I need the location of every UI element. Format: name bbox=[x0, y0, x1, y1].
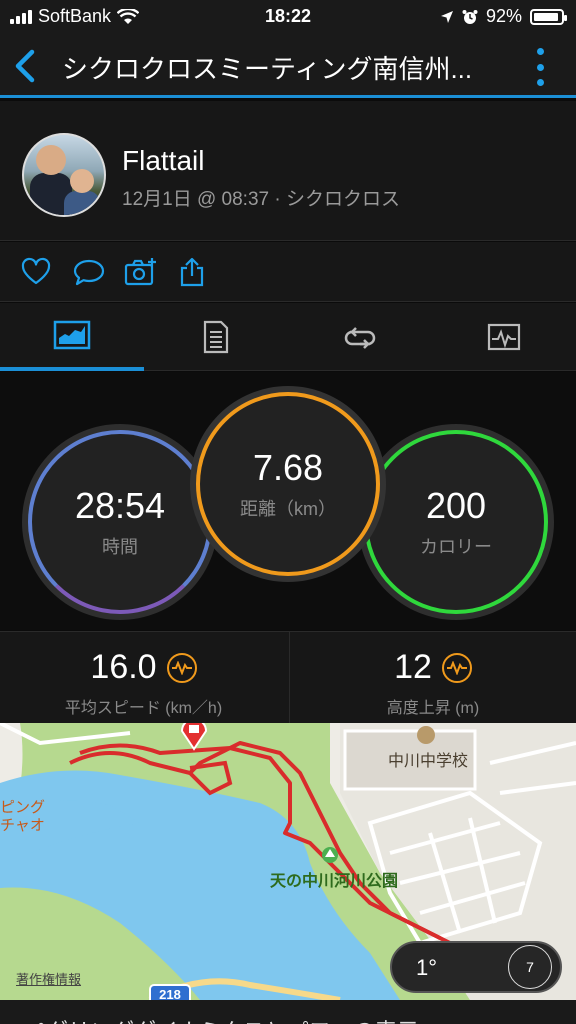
wind-icon: 7 bbox=[508, 945, 552, 989]
page-title: シクロクロスミーティング南信州... bbox=[62, 54, 473, 84]
time-ring: 28:54 時間 bbox=[22, 424, 218, 620]
distance-label: 距離（km） bbox=[240, 499, 336, 519]
performance-icon[interactable] bbox=[441, 652, 472, 683]
battery-icon bbox=[530, 8, 567, 25]
status-right: 92% bbox=[440, 6, 567, 27]
elevation-value: 12 bbox=[394, 648, 432, 686]
distance-ring: 7.68 距離（km） bbox=[190, 386, 386, 582]
avg-speed-label: 平均スピード (km／h) bbox=[64, 700, 223, 717]
details-icon bbox=[203, 320, 229, 354]
like-icon[interactable] bbox=[20, 256, 52, 288]
weather-badge[interactable]: 1° 7 bbox=[390, 941, 562, 993]
alarm-icon bbox=[462, 9, 478, 24]
user-name[interactable]: Flattail bbox=[122, 145, 204, 177]
app-header: シクロクロスミーティング南信州... bbox=[0, 34, 576, 98]
time-value: 28:54 bbox=[74, 485, 166, 526]
tab-overview[interactable] bbox=[0, 303, 144, 371]
add-photo-icon[interactable] bbox=[124, 256, 158, 288]
avatar[interactable] bbox=[22, 133, 106, 217]
route-map[interactable]: 中川中学校 天の中川河川公園 ピング チャオ 218 著作権情報 1° 7 bbox=[0, 723, 576, 1000]
poi-left-line-2: チャオ bbox=[0, 817, 45, 834]
tab-charts[interactable] bbox=[432, 303, 576, 371]
tab-laps[interactable] bbox=[288, 303, 432, 371]
elevation-metric: 12 高度上昇 (m) bbox=[289, 632, 576, 724]
route-shield: 218 bbox=[159, 987, 181, 1000]
wind-speed: 7 bbox=[526, 959, 534, 975]
calories-label: カロリー bbox=[420, 537, 492, 557]
tab-details[interactable] bbox=[144, 303, 288, 371]
avg-speed-metric: 16.0 平均スピード (km／h) bbox=[0, 632, 287, 724]
summary-rings: 28:54 時間 200 カロリー 7.68 距離（km） bbox=[0, 372, 576, 630]
school-label: 中川中学校 bbox=[388, 753, 469, 770]
back-button[interactable] bbox=[8, 46, 42, 86]
share-icon[interactable] bbox=[176, 256, 208, 288]
poi-left-line-1: ピング bbox=[0, 799, 46, 816]
elevation-label: 高度上昇 (m) bbox=[386, 700, 480, 717]
laps-icon bbox=[344, 327, 376, 349]
tab-bar bbox=[0, 303, 576, 371]
time-label: 時間 bbox=[102, 537, 138, 557]
battery-percent: 92% bbox=[485, 6, 522, 26]
bottom-section: ペダリングダイナミクスとパワーの表示 bbox=[0, 1000, 576, 1024]
calories-ring: 200 カロリー bbox=[358, 424, 554, 620]
status-bar: SoftBank 18:22 92% bbox=[0, 0, 576, 34]
calories-value: 200 bbox=[425, 485, 487, 526]
poi-left-label: ピング チャオ bbox=[0, 799, 45, 835]
overview-icon bbox=[53, 320, 91, 350]
comment-icon[interactable] bbox=[72, 256, 106, 288]
section-title: ペダリングダイナミクスとパワーの表示 bbox=[24, 1014, 419, 1024]
activity-meta: 12月1日 @ 08:37 · シクロクロス bbox=[122, 189, 400, 210]
start-marker-icon[interactable] bbox=[178, 723, 210, 751]
temperature: 1° bbox=[416, 955, 438, 980]
location-icon bbox=[440, 10, 453, 23]
more-menu-button[interactable] bbox=[534, 48, 546, 86]
metrics-row: 16.0 平均スピード (km／h) 12 高度上昇 (m) bbox=[0, 631, 576, 724]
chart-icon bbox=[487, 323, 521, 351]
action-bar bbox=[0, 242, 576, 302]
activity-owner: Flattail 12月1日 @ 08:37 · シクロクロス bbox=[0, 101, 576, 241]
map-credit-link[interactable]: 著作権情報 bbox=[16, 969, 81, 988]
distance-value: 7.68 bbox=[252, 447, 324, 488]
park-label: 天の中川河川公園 bbox=[270, 873, 399, 890]
avg-speed-value: 16.0 bbox=[90, 648, 157, 686]
performance-icon[interactable] bbox=[166, 652, 197, 683]
